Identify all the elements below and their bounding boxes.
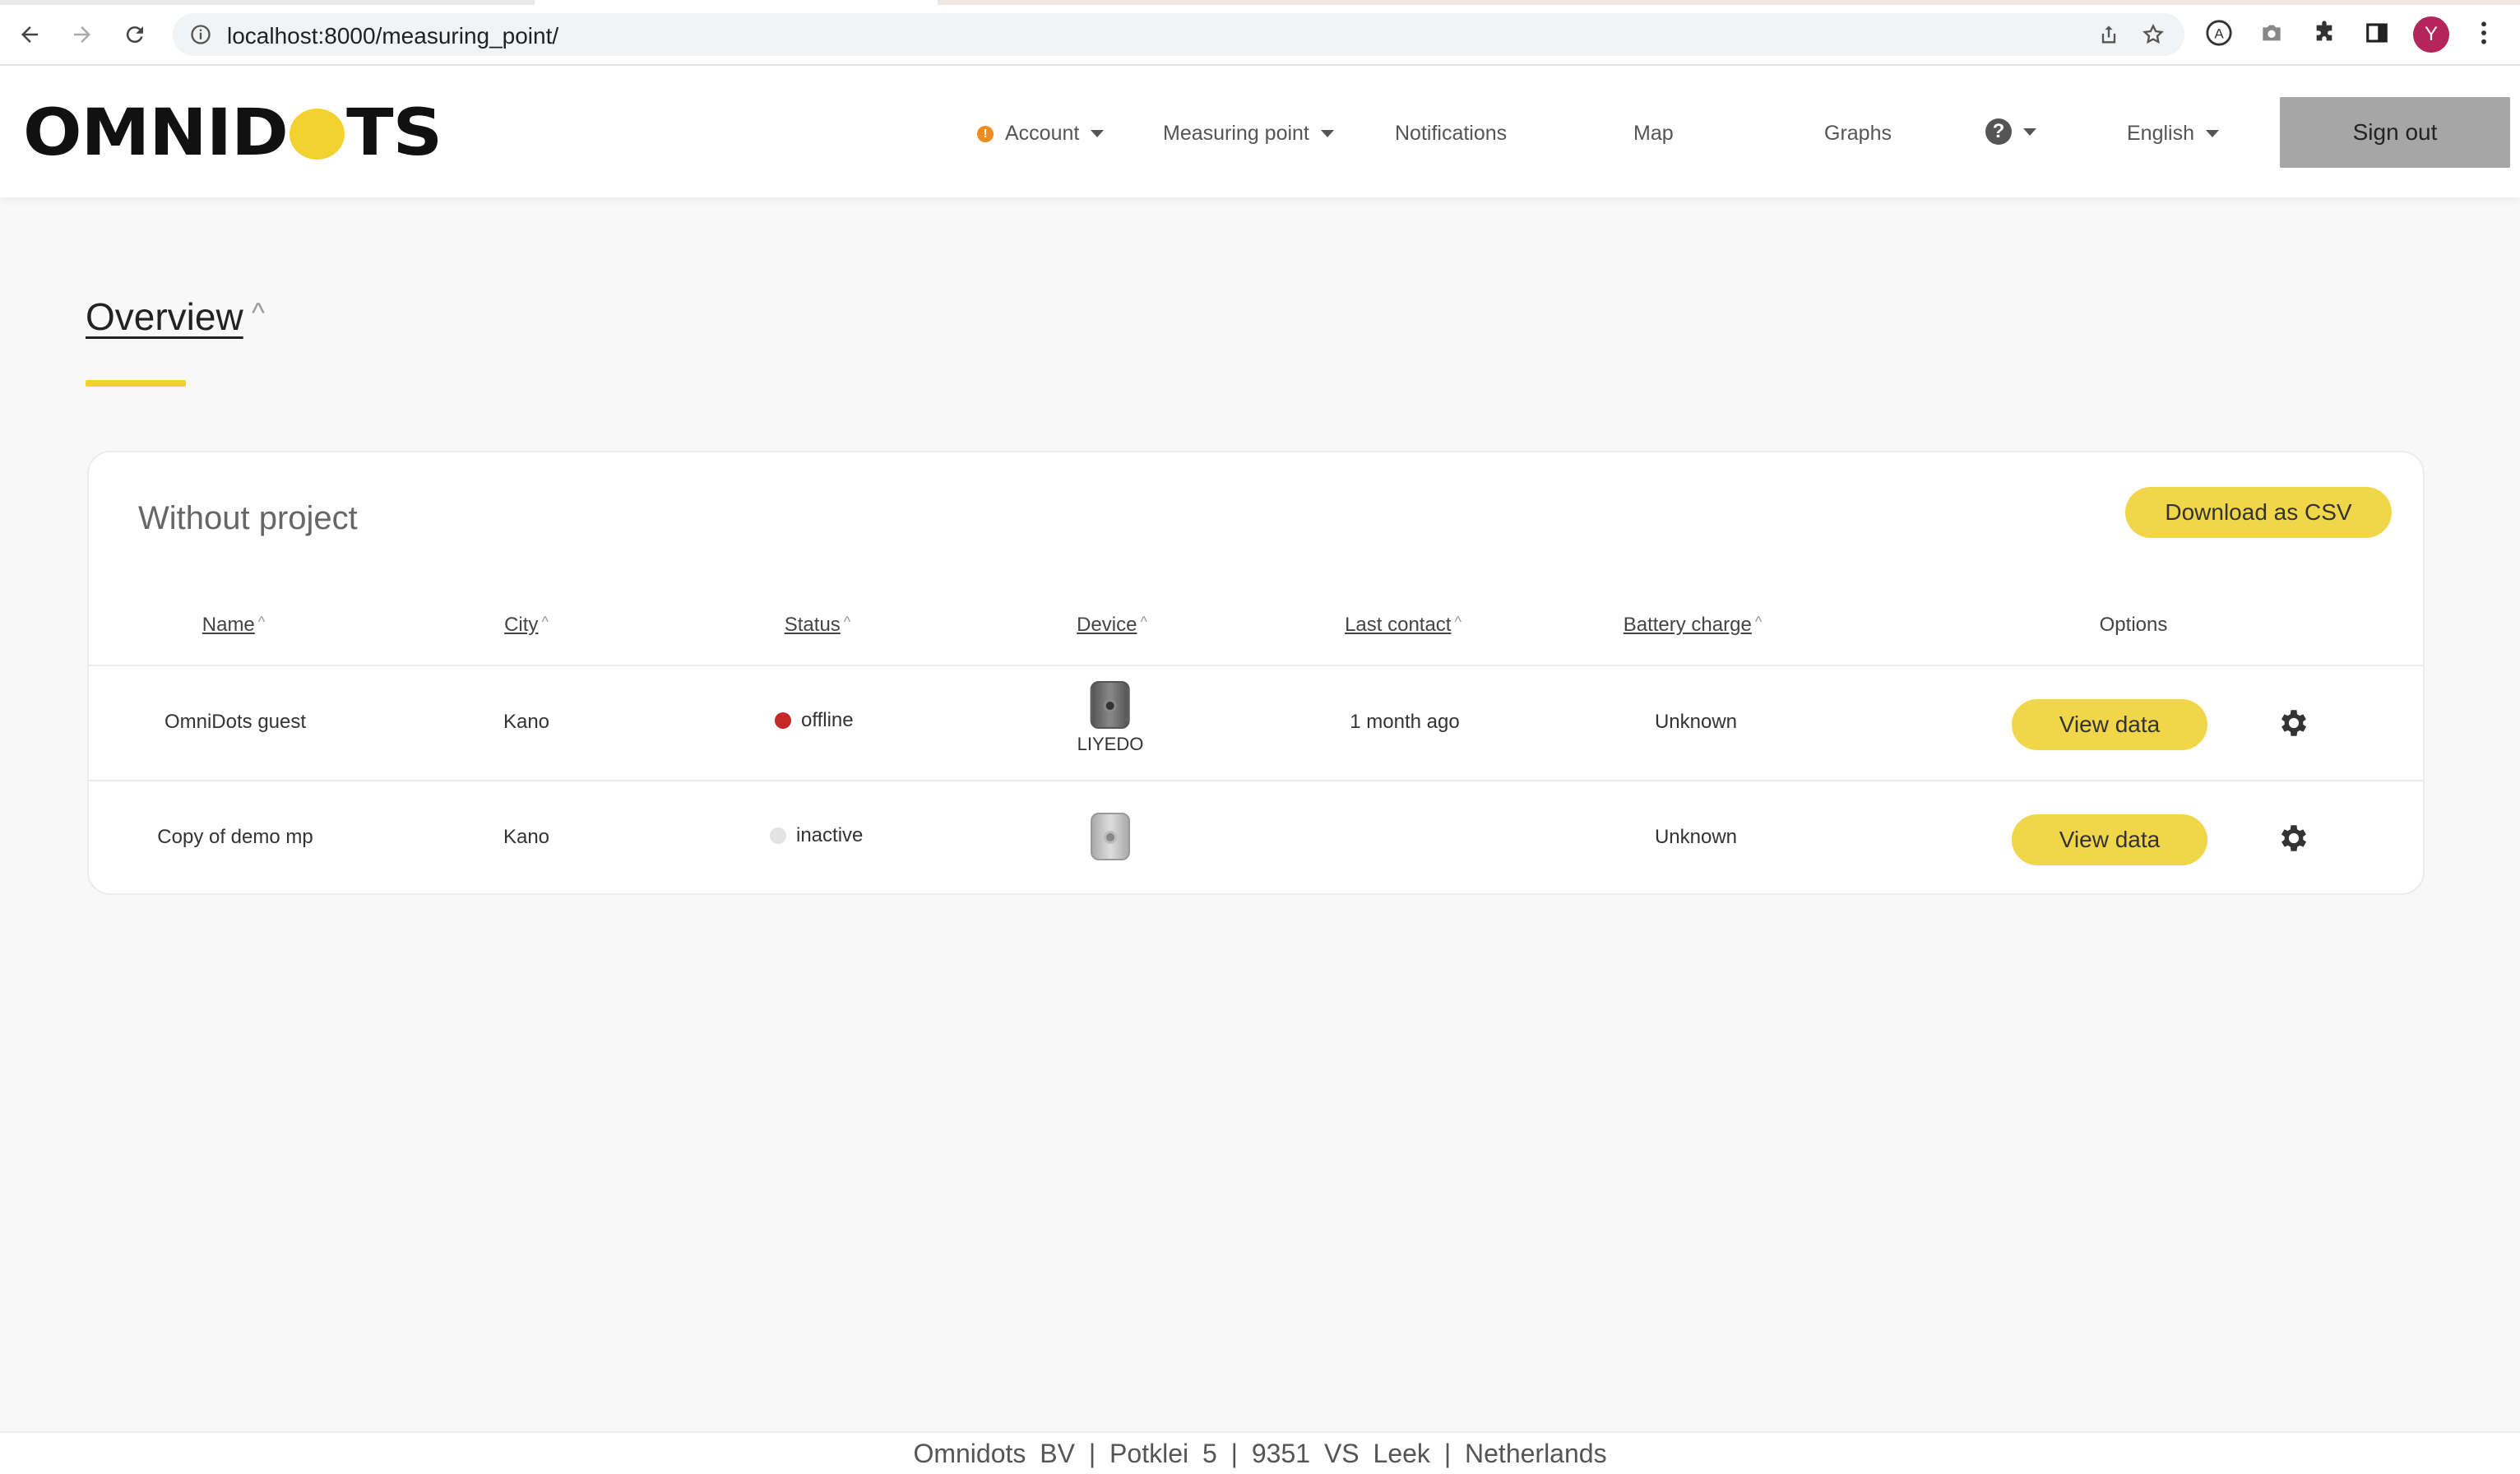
- row-2-city: Kano: [503, 826, 550, 848]
- tab-strip: [0, 0, 2520, 5]
- row-1-status: offline: [775, 709, 854, 732]
- side-panel-icon[interactable]: [2362, 18, 2392, 48]
- nav-account[interactable]: ! Account: [977, 122, 1105, 146]
- row-1-view-data-button[interactable]: View data: [2012, 699, 2207, 750]
- nav-language[interactable]: English: [2127, 122, 2219, 146]
- chevron-down-icon: [1091, 130, 1105, 137]
- settings-gear-icon[interactable]: [2277, 821, 2311, 855]
- status-dot-inactive: [770, 827, 786, 844]
- site-info-icon[interactable]: [189, 23, 212, 46]
- omnidots-logo[interactable]: OMNID TS: [23, 96, 442, 170]
- tab-strip-right: [938, 0, 2520, 5]
- column-header-battery[interactable]: Battery charge ^: [1624, 614, 1763, 637]
- settings-gear-icon[interactable]: [2277, 706, 2311, 740]
- card-title: Without project: [138, 500, 358, 536]
- sort-icon: ^: [1454, 614, 1462, 630]
- browser-toolbar: localhost:8000/measuring_point/ A Y: [0, 0, 2520, 66]
- chevron-down-icon: [2206, 130, 2219, 137]
- row-2-status-label: inactive: [796, 824, 864, 846]
- column-header-last-contact-label: Last contact: [1345, 614, 1452, 636]
- sensor-device-icon: [1090, 681, 1130, 729]
- logo-text-start: OMNID: [23, 96, 289, 170]
- row-divider: [89, 665, 2423, 666]
- nav-notifications-label: Notifications: [1395, 122, 1508, 145]
- row-1-battery: Unknown: [1654, 711, 1738, 733]
- url-text: localhost:8000/measuring_point/: [227, 23, 559, 49]
- row-2-device: [1091, 813, 1130, 865]
- logo-text-end: TS: [346, 96, 442, 170]
- status-dot-offline: [775, 712, 791, 729]
- column-header-city-label: City: [504, 614, 539, 636]
- row-divider: [89, 780, 2423, 781]
- nav-help[interactable]: ?: [1985, 118, 2036, 145]
- footer-address: Omnidots BV | Potklei 5 | 9351 VS Leek |…: [913, 1438, 1607, 1468]
- project-card: Without project Download as CSV Name ^ Ci…: [87, 451, 2425, 895]
- share-icon[interactable]: [2097, 23, 2120, 46]
- reload-icon[interactable]: [115, 15, 155, 54]
- sort-icon: ^: [1140, 614, 1147, 630]
- browser-menu-icon[interactable]: [2469, 18, 2499, 48]
- nav-map[interactable]: Map: [1633, 122, 1674, 146]
- row-1-status-label: offline: [801, 709, 854, 731]
- row-2-battery: Unknown: [1654, 826, 1738, 848]
- row-1-name: OmniDots guest: [164, 711, 307, 733]
- row-1-city: Kano: [503, 711, 550, 733]
- column-header-options: Options: [2099, 614, 2168, 636]
- logo-yellow-dot: [289, 109, 345, 160]
- nav-graphs[interactable]: Graphs: [1824, 122, 1892, 146]
- app-header: OMNID TS ! Account Measuring point Notifi…: [0, 66, 2520, 197]
- column-header-status[interactable]: Status ^: [785, 614, 851, 637]
- profile-avatar[interactable]: Y: [2413, 16, 2449, 53]
- row-1-device-label: LIYEDO: [1077, 734, 1144, 754]
- extensions-puzzle-icon[interactable]: [2309, 18, 2339, 48]
- alert-icon: !: [977, 125, 994, 142]
- svg-text:A: A: [2214, 25, 2224, 41]
- collapse-arrow-icon[interactable]: ^: [252, 298, 265, 330]
- extension-a-icon[interactable]: A: [2204, 18, 2234, 48]
- column-header-battery-label: Battery charge: [1623, 614, 1752, 636]
- nav-language-label: English: [2127, 122, 2194, 145]
- page-footer: Omnidots BV | Potklei 5 | 9351 VS Leek |…: [0, 1431, 2520, 1474]
- help-icon: ?: [1985, 118, 2012, 145]
- nav-graphs-label: Graphs: [1824, 122, 1892, 145]
- row-1-last-contact: 1 month ago: [1350, 711, 1460, 733]
- nav-account-label: Account: [1005, 122, 1080, 145]
- sensor-device-icon: [1091, 813, 1130, 860]
- chevron-down-icon: [1320, 130, 1334, 137]
- column-header-name-label: Name: [202, 614, 255, 636]
- address-bar[interactable]: localhost:8000/measuring_point/: [173, 13, 2184, 56]
- nav-map-label: Map: [1633, 122, 1674, 145]
- page-title[interactable]: Overview: [86, 294, 243, 339]
- column-header-city[interactable]: City ^: [504, 614, 549, 637]
- nav-measuring-point-label: Measuring point: [1163, 122, 1309, 145]
- row-1-device: LIYEDO: [1077, 681, 1144, 755]
- download-csv-button[interactable]: Download as CSV: [2125, 487, 2392, 538]
- column-header-device[interactable]: Device ^: [1077, 614, 1147, 637]
- row-2-name: Copy of demo mp: [157, 826, 313, 848]
- sign-out-button[interactable]: Sign out: [2280, 97, 2510, 168]
- column-header-device-label: Device: [1077, 614, 1137, 636]
- column-header-name[interactable]: Name ^: [202, 614, 265, 637]
- nav-notifications[interactable]: Notifications: [1395, 122, 1507, 146]
- sort-icon: ^: [257, 614, 266, 630]
- title-underline-accent: [86, 380, 186, 387]
- sort-icon: ^: [541, 614, 549, 630]
- column-header-last-contact[interactable]: Last contact ^: [1345, 614, 1462, 637]
- forward-icon[interactable]: [63, 15, 102, 54]
- row-2-view-data-button[interactable]: View data: [2012, 814, 2207, 865]
- camera-icon[interactable]: [2257, 18, 2286, 48]
- nav-measuring-point[interactable]: Measuring point: [1163, 122, 1334, 146]
- back-icon[interactable]: [10, 15, 49, 54]
- row-2-status: inactive: [770, 824, 863, 847]
- sort-icon: ^: [843, 614, 851, 630]
- tab-strip-left: [0, 0, 535, 5]
- column-header-status-label: Status: [784, 614, 841, 636]
- sort-icon: ^: [1754, 614, 1763, 630]
- bookmark-star-icon[interactable]: [2142, 23, 2165, 46]
- chevron-down-icon: [2023, 127, 2036, 136]
